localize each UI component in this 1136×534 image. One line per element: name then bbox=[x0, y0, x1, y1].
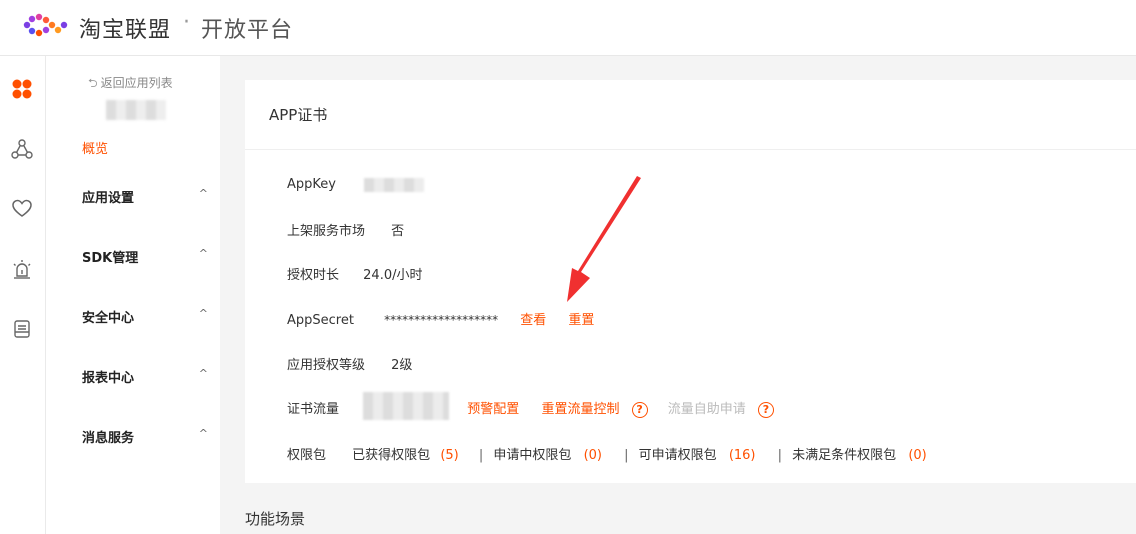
apps-icon[interactable] bbox=[11, 78, 33, 100]
applying-count: (0) bbox=[583, 448, 602, 463]
alert-config-link[interactable]: 预警配置 bbox=[467, 402, 519, 417]
sidebar-item-label: 消息服务 bbox=[82, 431, 135, 446]
traffic-row: 证书流量 预警配置 重置流量控制 ? 流量自助申请 ? bbox=[287, 391, 774, 420]
back-label: 返回应用列表 bbox=[100, 76, 173, 90]
sidebar-item-sdk[interactable]: SDK管理 ^ bbox=[82, 247, 208, 266]
sidebar-item-security[interactable]: 安全中心 ^ bbox=[82, 307, 208, 326]
sidebar-item-reports[interactable]: 报表中心 ^ bbox=[82, 367, 208, 386]
appkey-value-blurred bbox=[364, 177, 425, 192]
divider bbox=[245, 149, 1136, 150]
permission-label: 权限包 bbox=[287, 448, 327, 463]
separator: | bbox=[624, 448, 629, 463]
sidebar-item-label: 应用设置 bbox=[82, 191, 135, 206]
traffic-self-apply-link[interactable]: 流量自助申请 bbox=[668, 402, 746, 417]
icon-rail bbox=[0, 56, 46, 534]
chevron-up-icon: ^ bbox=[198, 187, 208, 200]
unmet-permission-link[interactable]: 未满足条件权限包 bbox=[792, 448, 896, 463]
app-certificate-card: APP证书 AppKey 上架服务市场 否 授权时长 24.0/小时 AppSe… bbox=[245, 80, 1136, 483]
heart-icon[interactable] bbox=[11, 198, 33, 220]
appkey-label: AppKey bbox=[287, 177, 336, 192]
traffic-value-blurred bbox=[363, 391, 450, 420]
secret-row: AppSecret ******************* 查看 重置 bbox=[287, 309, 594, 328]
obtained-count: (5) bbox=[440, 448, 459, 463]
available-count: (16) bbox=[728, 448, 756, 463]
auth-level-row: 应用授权等级 2级 bbox=[287, 354, 412, 373]
sidebar-item-label: 报表中心 bbox=[82, 371, 135, 386]
duration-value: 24.0/小时 bbox=[363, 268, 423, 283]
auth-level-label: 应用授权等级 bbox=[287, 358, 366, 373]
sidebar-item-label: 安全中心 bbox=[82, 311, 135, 326]
sidebar-item-messages[interactable]: 消息服务 ^ bbox=[82, 427, 208, 446]
brand-name[interactable]: 淘宝联盟 bbox=[79, 12, 171, 44]
sidebar-item-app-settings[interactable]: 应用设置 ^ bbox=[82, 187, 208, 206]
brand-subtitle: 开放平台 bbox=[201, 18, 294, 43]
top-header: 淘宝联盟 · 开放平台 bbox=[0, 0, 1136, 56]
auth-level-value: 2级 bbox=[391, 358, 413, 373]
undo-icon: ⮌ bbox=[88, 76, 98, 90]
help-icon[interactable]: ? bbox=[757, 401, 774, 418]
duration-label: 授权时长 bbox=[287, 268, 340, 283]
chevron-up-icon: ^ bbox=[198, 247, 208, 260]
obtained-permission-link[interactable]: 已获得权限包 bbox=[352, 448, 430, 463]
sidebar-item-overview[interactable]: 概览 bbox=[82, 138, 108, 157]
sub-sidebar: ⮌ 返回应用列表 概览 应用设置 ^ SDK管理 ^ 安全中心 ^ 报表中心 ^ … bbox=[46, 56, 220, 534]
unmet-count: (0) bbox=[908, 448, 927, 463]
brand-separator: · bbox=[183, 10, 190, 35]
app-name-blurred bbox=[106, 100, 166, 120]
view-secret-link[interactable]: 查看 bbox=[520, 313, 546, 328]
chevron-up-icon: ^ bbox=[198, 307, 208, 320]
market-label: 上架服务市场 bbox=[287, 224, 366, 239]
sidebar-item-label: SDK管理 bbox=[82, 251, 139, 266]
separator: | bbox=[478, 448, 484, 463]
market-row: 上架服务市场 否 bbox=[287, 220, 404, 239]
taobao-union-logo-icon[interactable] bbox=[22, 13, 70, 37]
separator: | bbox=[777, 448, 783, 463]
applying-permission-link[interactable]: 申请中权限包 bbox=[493, 448, 571, 463]
help-icon[interactable]: ? bbox=[631, 401, 648, 418]
appkey-row: AppKey bbox=[287, 177, 425, 192]
feature-scenarios-title: 功能场景 bbox=[245, 510, 306, 528]
traffic-label: 证书流量 bbox=[287, 402, 340, 417]
document-icon[interactable] bbox=[11, 318, 33, 340]
chevron-up-icon: ^ bbox=[198, 427, 208, 440]
market-value: 否 bbox=[391, 224, 405, 239]
permission-row: 权限包 已获得权限包 (5) | 申请中权限包 (0) | 可申请权限包 (16… bbox=[287, 444, 927, 463]
available-permission-link[interactable]: 可申请权限包 bbox=[639, 448, 717, 463]
network-icon[interactable] bbox=[11, 138, 33, 160]
chevron-up-icon: ^ bbox=[198, 367, 208, 380]
secret-label: AppSecret bbox=[287, 313, 354, 328]
alarm-icon[interactable] bbox=[11, 258, 33, 280]
duration-row: 授权时长 24.0/小时 bbox=[287, 264, 422, 283]
back-to-app-list-link[interactable]: ⮌ 返回应用列表 bbox=[88, 74, 173, 95]
reset-traffic-control-link[interactable]: 重置流量控制 bbox=[541, 402, 619, 417]
card-title: APP证书 bbox=[269, 106, 328, 124]
secret-value: ******************* bbox=[384, 313, 499, 327]
reset-secret-link[interactable]: 重置 bbox=[568, 313, 594, 328]
